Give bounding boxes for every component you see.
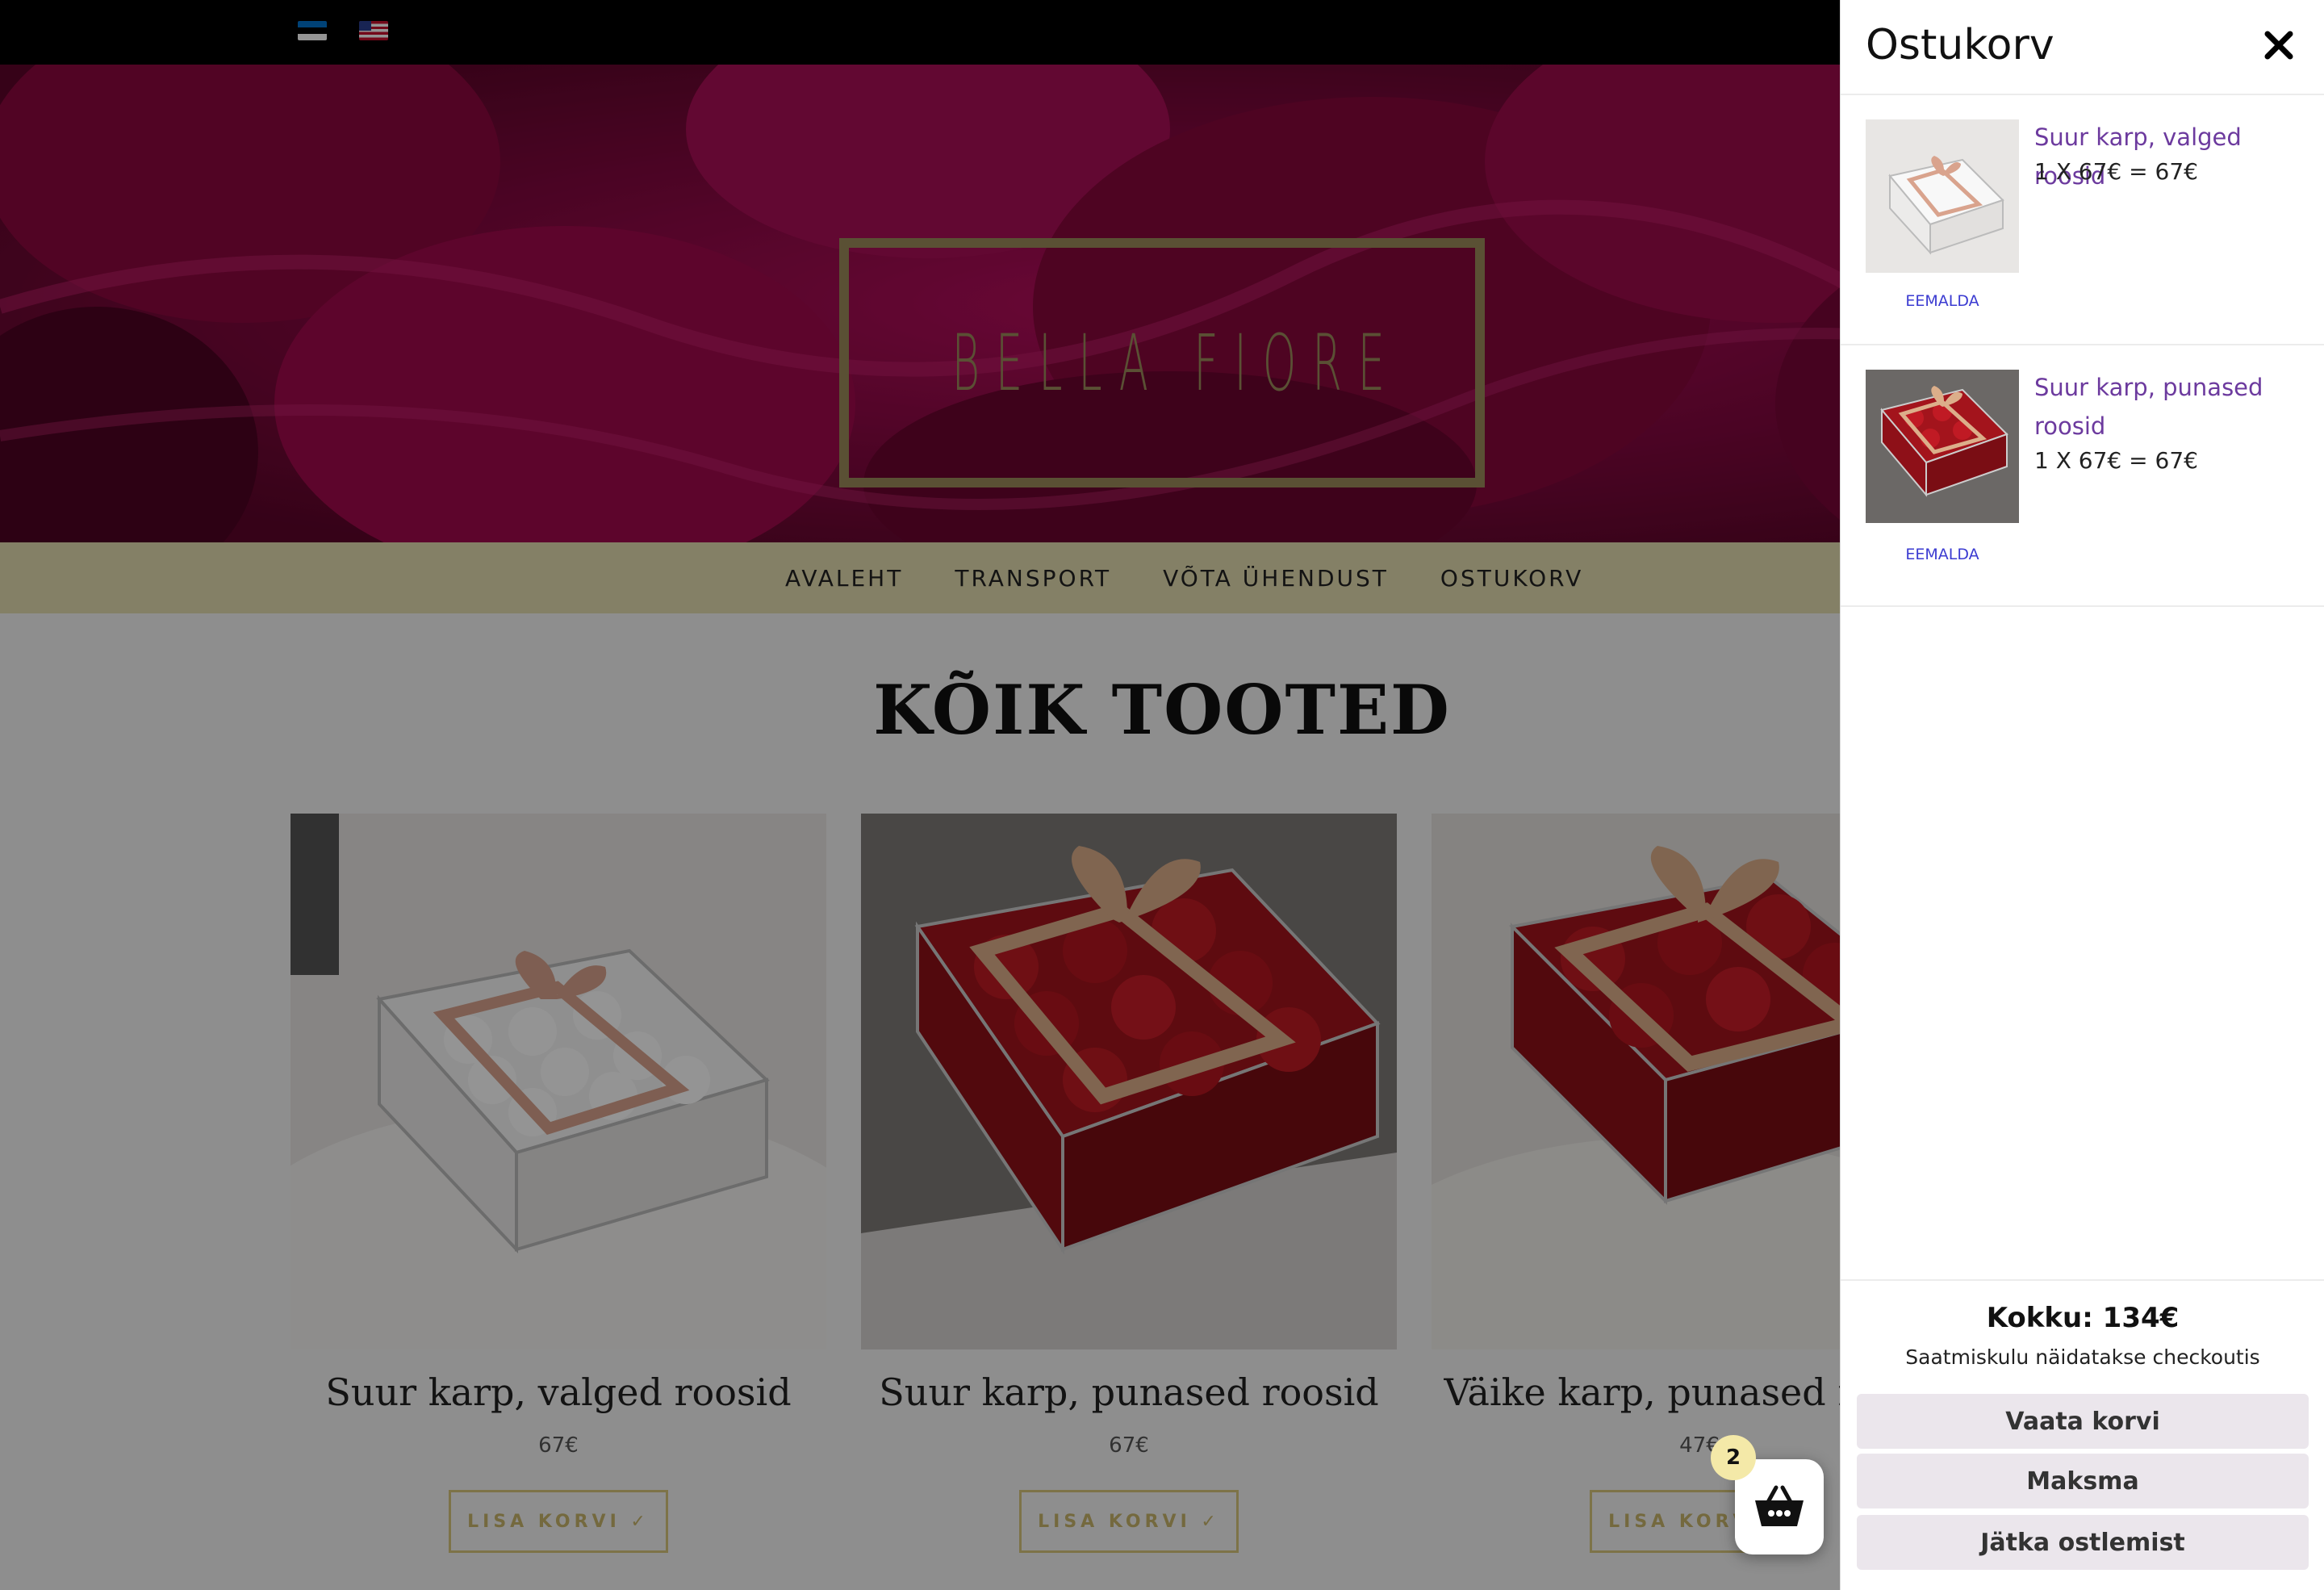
nav-item-transport[interactable]: TRANSPORT bbox=[955, 565, 1111, 592]
view-cart-button[interactable]: Vaata korvi bbox=[1857, 1394, 2309, 1449]
nav-item-contact[interactable]: VÕTA ÜHENDUST bbox=[1163, 565, 1389, 592]
cart-header: Ostukorv bbox=[1841, 0, 2324, 95]
nav-item-cart[interactable]: OSTUKORV bbox=[1440, 565, 1583, 592]
cart-item: Suur karp, valged roosid 1 X 67€ = 67€ E… bbox=[1841, 95, 2324, 345]
product-price: 67€ bbox=[538, 1433, 579, 1458]
cart-panel: Ostukorv Suur karp, valged roosid 1 X 67… bbox=[1840, 0, 2324, 1590]
brand-logo[interactable]: BELLA FIORE bbox=[839, 238, 1485, 487]
add-to-cart-button[interactable]: LISA KORVI ✓ bbox=[1019, 1490, 1239, 1553]
product-image[interactable] bbox=[861, 814, 1397, 1349]
product-name[interactable]: Suur karp, valged roosid bbox=[290, 1370, 826, 1414]
checkout-button[interactable]: Maksma bbox=[1857, 1454, 2309, 1508]
add-to-cart-button[interactable]: LISA KORVI ✓ bbox=[449, 1490, 668, 1553]
cart-item-thumbnail[interactable] bbox=[1866, 119, 2019, 273]
product-name[interactable]: Suur karp, punased roosid bbox=[861, 1370, 1397, 1414]
cart-item-title[interactable]: Suur karp, punased roosid bbox=[2034, 368, 2309, 446]
estonian-flag-icon[interactable] bbox=[298, 21, 327, 40]
cart-item-quantity: 1 X 67€ = 67€ bbox=[2034, 158, 2198, 185]
cart-count-badge: 2 bbox=[1711, 1435, 1756, 1480]
product-card: Suur karp, punased roosid 67€ LISA KORVI… bbox=[861, 814, 1397, 1553]
product-image[interactable] bbox=[290, 814, 826, 1349]
basket-icon bbox=[1755, 1485, 1804, 1526]
close-icon[interactable] bbox=[2263, 29, 2295, 61]
product-card: Suur karp, valged roosid 67€ LISA KORVI … bbox=[290, 814, 826, 1553]
continue-shopping-button[interactable]: Jätka ostlemist bbox=[1857, 1515, 2309, 1570]
product-price: 67€ bbox=[1109, 1433, 1149, 1458]
cart-item: Suur karp, punased roosid 1 X 67€ = 67€ … bbox=[1841, 345, 2324, 607]
cart-title: Ostukorv bbox=[1866, 21, 2054, 69]
nav-item-home[interactable]: AVALEHT bbox=[785, 565, 903, 592]
cart-item-thumbnail[interactable] bbox=[1866, 370, 2019, 523]
cart-item-quantity: 1 X 67€ = 67€ bbox=[2034, 447, 2198, 474]
brand-logo-text: BELLA FIORE bbox=[951, 317, 1402, 408]
cart-footer: Kokku: 134€ Saatmiskulu näidatakse check… bbox=[1841, 1279, 2324, 1590]
us-flag-icon[interactable] bbox=[359, 21, 388, 40]
cart-total: Kokku: 134€ bbox=[1986, 1302, 2180, 1334]
remove-item-button[interactable]: EEMALDA bbox=[1866, 292, 2019, 310]
shipping-note: Saatmiskulu näidatakse checkoutis bbox=[1905, 1345, 2260, 1369]
remove-item-button[interactable]: EEMALDA bbox=[1866, 546, 2019, 563]
